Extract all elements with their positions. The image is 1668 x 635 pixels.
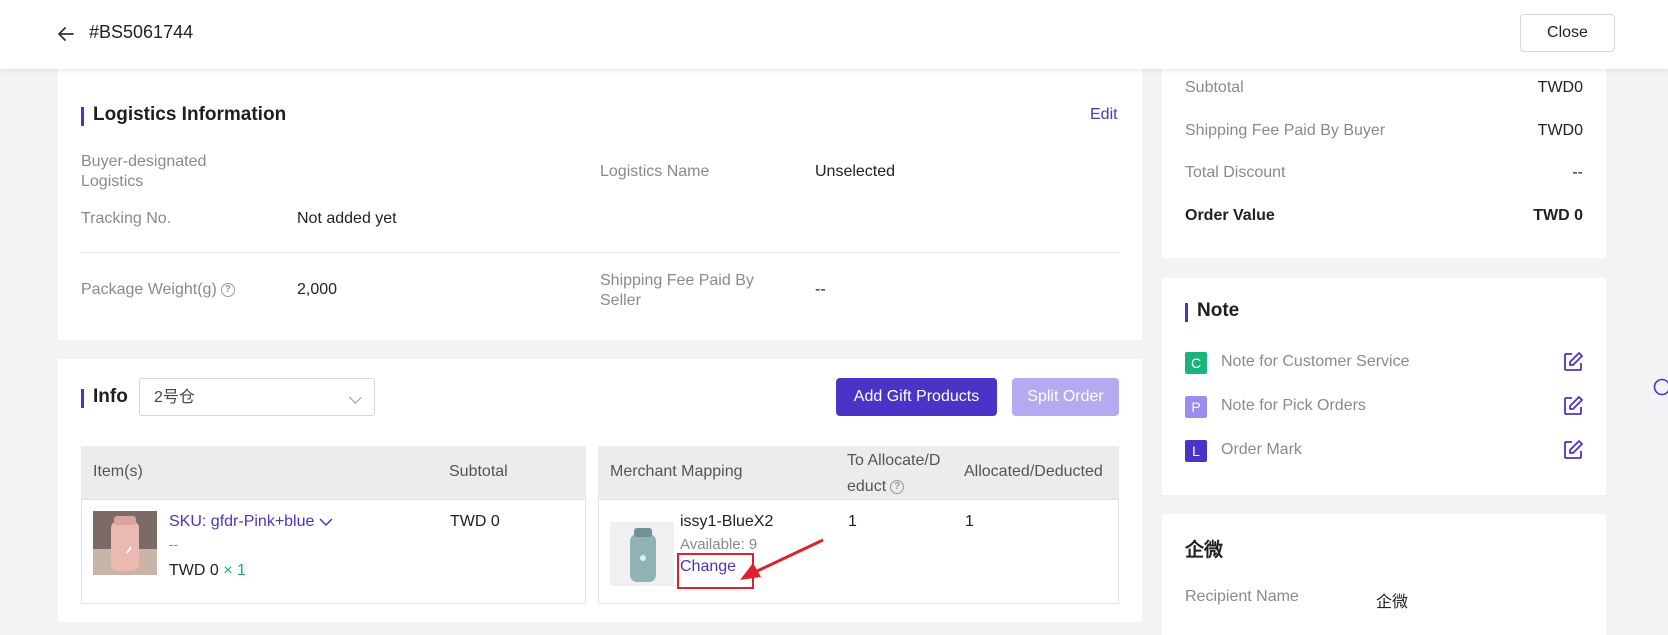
package-weight-value: 2,000	[297, 281, 338, 298]
recipient-name-value: 企微	[1376, 594, 1409, 611]
info-title: Info	[81, 386, 128, 408]
item-qty: 1	[237, 562, 246, 579]
note-pick-orders-label: Note for Pick Orders	[1221, 397, 1366, 414]
seller-fee-label: Shipping Fee Paid By Seller	[600, 272, 754, 309]
logistics-divider	[81, 252, 1119, 253]
col-subtotal: Subtotal	[449, 463, 508, 480]
edit-icon[interactable]	[1562, 395, 1584, 417]
recipient-name-label: Recipient Name	[1185, 588, 1299, 605]
product-thumbnail-blue	[610, 522, 674, 586]
to-allocate-value: 1	[848, 513, 857, 530]
logistics-title: Logistics Information	[81, 104, 286, 126]
items-table-header: Item(s) Subtotal	[81, 446, 586, 499]
summary-discount-label: Total Discount	[1185, 164, 1286, 181]
allocated-value: 1	[965, 513, 974, 530]
note-badge-p: P	[1185, 396, 1207, 418]
seller-fee-value: --	[815, 281, 826, 298]
logistics-name-label: Logistics Name	[600, 163, 710, 180]
item-subtotal: TWD 0	[450, 513, 500, 530]
split-order-button: Split Order	[1012, 378, 1119, 416]
summary-shipping-value: TWD0	[1537, 122, 1583, 139]
package-weight-label: Package Weight(g)?	[81, 281, 235, 299]
info-card: Info 2号仓 Add Gift Products Split Order I…	[58, 359, 1142, 622]
summary-discount-value: --	[1572, 164, 1583, 181]
note-title: Note	[1185, 300, 1239, 322]
col-to-allocate: To Allocate/D educt?	[847, 448, 940, 500]
items-table-row: SKU: gfdr-Pink+blue -- TWD 0 × 1 TWD 0	[81, 499, 586, 604]
back-arrow-icon[interactable]	[56, 24, 76, 44]
recipient-title: 企微	[1185, 540, 1224, 561]
sku-link[interactable]: SKU: gfdr-Pink+blue	[169, 513, 333, 531]
logistics-card: Logistics Information Edit Buyer-designa…	[58, 69, 1142, 340]
summary-subtotal-value: TWD0	[1537, 79, 1583, 96]
item-price-qty: TWD 0 × 1	[169, 562, 246, 580]
summary-card: Subtotal TWD0 Shipping Fee Paid By Buyer…	[1162, 69, 1606, 258]
mapping-table-header: Merchant Mapping To Allocate/D educt? Al…	[598, 446, 1119, 499]
summary-shipping-label: Shipping Fee Paid By Buyer	[1185, 122, 1386, 139]
col-allocated: Allocated/Deducted	[964, 463, 1103, 480]
warehouse-select-value: 2号仓	[154, 389, 195, 406]
item-dash: --	[169, 536, 179, 552]
order-value-label: Order Value	[1185, 207, 1275, 224]
recipient-card: 企微 Recipient Name 企微	[1162, 514, 1606, 635]
note-badge-c: C	[1185, 352, 1207, 374]
note-order-mark-label: Order Mark	[1221, 441, 1302, 458]
close-button[interactable]: Close	[1520, 14, 1615, 52]
times-icon: ×	[223, 562, 233, 579]
help-icon[interactable]: ?	[220, 282, 235, 297]
annotation-arrow	[740, 538, 824, 580]
mapping-name: issy1-BlueX2	[680, 513, 774, 530]
package-weight-text: Package Weight(g)	[81, 281, 217, 298]
col-merchant-mapping: Merchant Mapping	[610, 463, 743, 480]
tracking-value: Not added yet	[297, 210, 397, 227]
buyer-designated-label: Buyer-designated Logistics	[81, 153, 207, 190]
edit-icon[interactable]	[1562, 439, 1584, 461]
add-gift-products-button[interactable]: Add Gift Products	[836, 378, 997, 416]
edit-icon[interactable]	[1562, 351, 1584, 373]
order-value: TWD 0	[1533, 207, 1583, 224]
logistics-edit-link[interactable]: Edit	[1090, 106, 1118, 124]
help-icon[interactable]: ?	[890, 479, 905, 494]
top-bar: #BS5061744 Close	[0, 0, 1668, 69]
warehouse-select[interactable]: 2号仓	[139, 378, 375, 416]
note-card: Note C Note for Customer Service P Note …	[1162, 278, 1606, 495]
product-thumbnail-pink	[93, 511, 157, 575]
partial-circle-icon[interactable]	[1650, 377, 1668, 397]
tracking-label: Tracking No.	[81, 210, 172, 227]
order-number: #BS5061744	[89, 22, 194, 42]
chevron-down-icon[interactable]	[319, 517, 333, 527]
note-customer-service-label: Note for Customer Service	[1221, 353, 1410, 370]
logistics-name-value: Unselected	[815, 163, 896, 180]
chevron-down-icon	[349, 391, 362, 404]
note-badge-l: L	[1185, 440, 1207, 462]
col-items: Item(s)	[93, 463, 143, 480]
summary-subtotal-label: Subtotal	[1185, 79, 1244, 96]
sku-text: SKU: gfdr-Pink+blue	[169, 513, 315, 530]
item-price: TWD 0	[169, 562, 219, 579]
